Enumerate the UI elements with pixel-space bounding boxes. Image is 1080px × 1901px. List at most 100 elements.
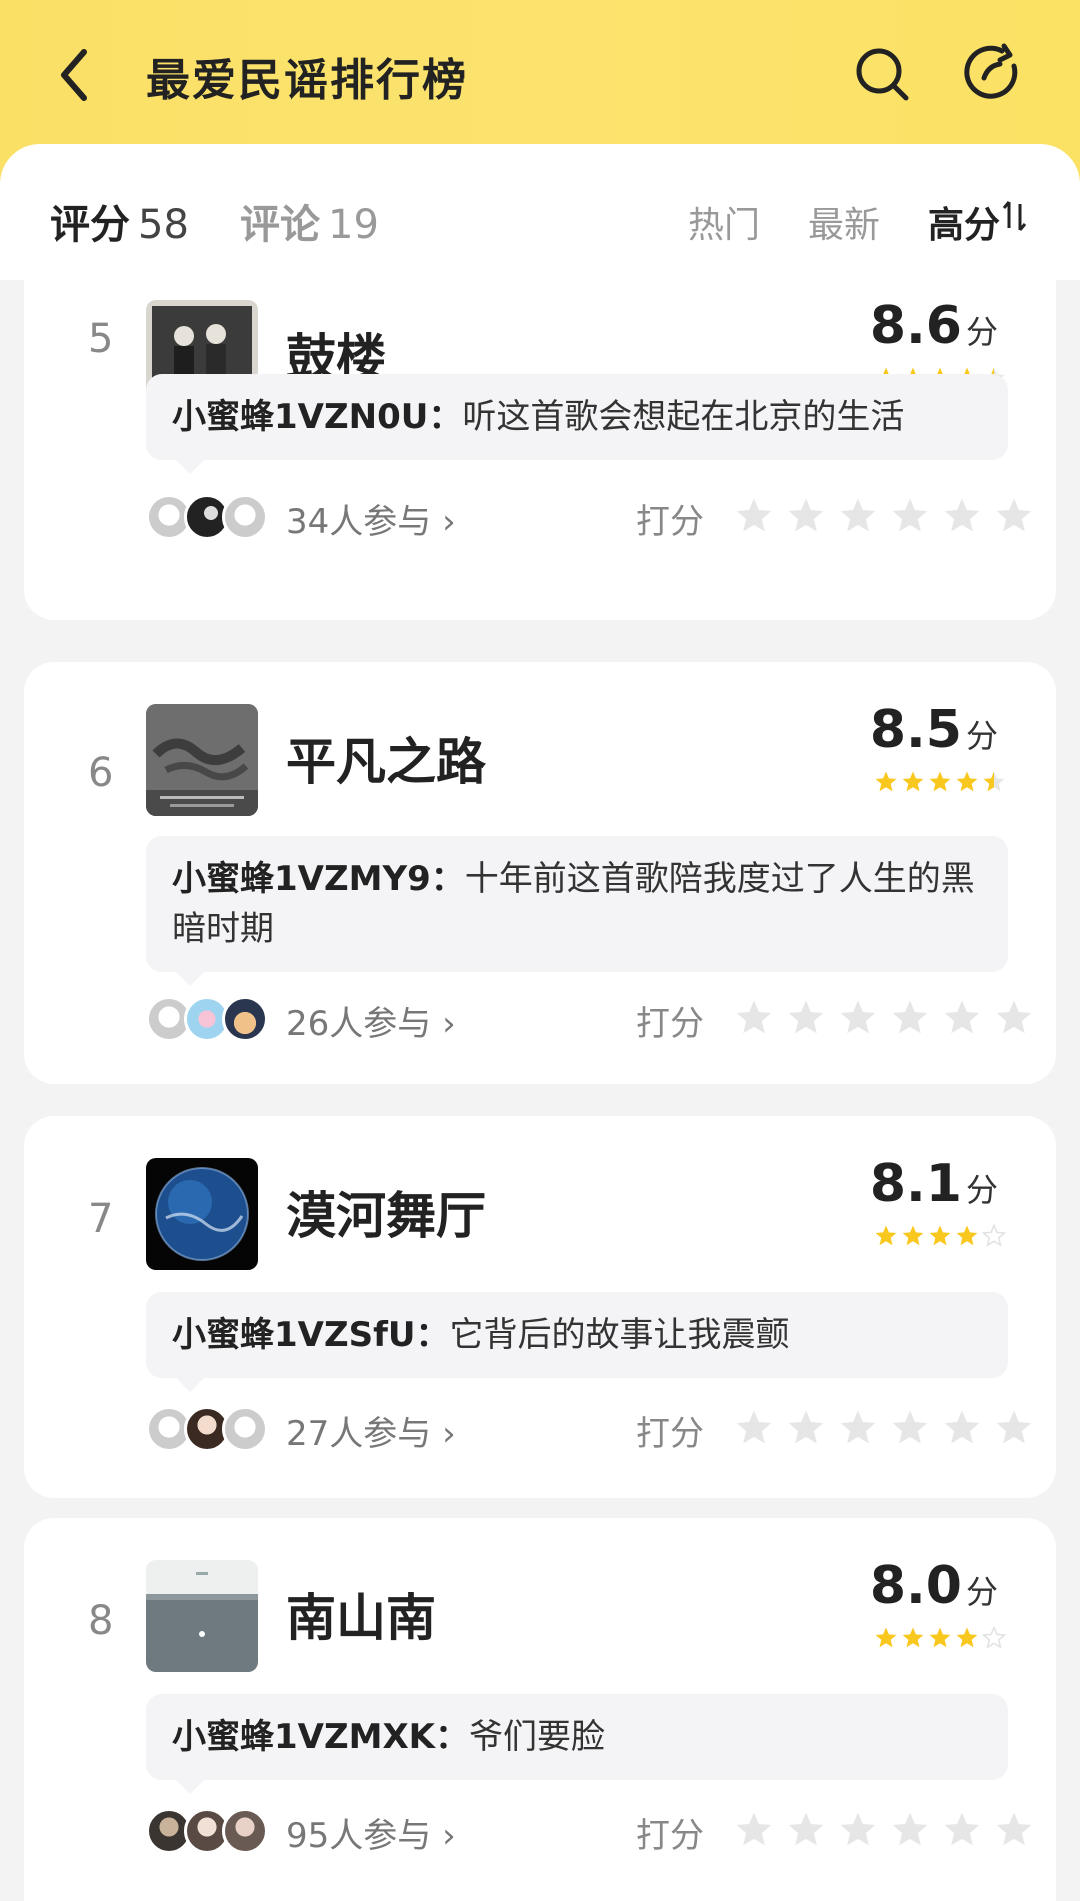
rate-star-icon[interactable] <box>942 1810 982 1850</box>
tab-score-label: 评分 <box>50 202 130 248</box>
participants-count: 34人参与 <box>286 502 432 542</box>
score-unit: 分 <box>965 1171 998 1209</box>
star-icon <box>929 771 951 792</box>
item-footer: 26人参与 › 打分 <box>146 992 1032 1048</box>
rate-star-icon[interactable] <box>890 998 930 1038</box>
star-icon <box>983 771 1005 792</box>
comment-text: 它背后的故事让我震颤 <box>449 1315 790 1355</box>
tab-bar: 评分 58 评论 19 热门 最新 高分 <box>0 144 1080 280</box>
rate-star-icon[interactable] <box>890 1408 930 1448</box>
back-arrow-icon[interactable] <box>50 40 100 110</box>
song-title[interactable]: 平凡之路 <box>286 722 486 794</box>
rate-star-icon[interactable] <box>994 998 1034 1038</box>
comment-bubble[interactable]: 小蜜蜂1VZSfU：它背后的故事让我震颤 <box>146 1292 1008 1392</box>
tab-score-count: 58 <box>138 202 189 248</box>
score-value: 8.5 <box>869 700 962 760</box>
rate-star-icon[interactable] <box>786 1810 826 1850</box>
rate-star-icon[interactable] <box>786 496 826 536</box>
rate-star-icon[interactable] <box>994 496 1034 536</box>
list-item[interactable]: 8 南山南 8.0 分 小蜜蜂1VZMXK：爷们要脸 95人参与 › 打分 <box>24 1518 1056 1901</box>
comment-user: 小蜜蜂1VZMY9： <box>172 859 465 899</box>
rate-stars[interactable] <box>734 1810 1034 1850</box>
item-footer: 34人参与 › 打分 <box>146 490 1032 546</box>
rate-star-icon[interactable] <box>994 1408 1034 1448</box>
album-cover <box>146 1560 258 1672</box>
list-item[interactable]: 6 平凡之路 8.5 分 小蜜蜂1VZMY9：十年前这首歌陪我度过了人生的黑暗时期 <box>24 662 1056 1084</box>
chevron-right-icon: › <box>442 1414 456 1454</box>
star-icon <box>982 1626 1006 1649</box>
rate-stars[interactable] <box>734 1408 1034 1448</box>
rank-number: 7 <box>88 1196 114 1242</box>
star-icon <box>902 1627 924 1648</box>
page-title: 最爱民谣排行榜 <box>146 55 468 106</box>
rate-stars[interactable] <box>734 998 1034 1038</box>
participants-count: 95人参与 <box>286 1816 432 1856</box>
rate-stars[interactable] <box>734 496 1034 536</box>
star-icon <box>982 1224 1006 1247</box>
comment-bubble[interactable]: 小蜜蜂1VZN0U：听这首歌会想起在北京的生活 <box>146 374 1008 474</box>
score-value: 8.1 <box>869 1154 962 1214</box>
tab-comment[interactable]: 评论 19 <box>240 192 379 250</box>
comment-bubble[interactable]: 小蜜蜂1VZMY9：十年前这首歌陪我度过了人生的黑暗时期 <box>146 836 1008 986</box>
song-title[interactable]: 南山南 <box>286 1578 436 1650</box>
rate-star-icon[interactable] <box>942 998 982 1038</box>
sort-hot[interactable]: 热门 <box>688 196 760 248</box>
rate-star-icon[interactable] <box>786 1408 826 1448</box>
star-icon <box>956 1225 978 1246</box>
participant-avatars <box>146 1808 268 1854</box>
tab-comment-count: 19 <box>328 202 379 248</box>
score-stars <box>874 1224 1006 1248</box>
star-icon <box>902 771 924 792</box>
rate-star-icon[interactable] <box>890 496 930 536</box>
list-item[interactable]: 5 鼓楼 8.6 分 小蜜蜂1VZN0U：听这首歌会想起在北京的生活 34人参与… <box>24 280 1056 620</box>
participant-avatars <box>146 996 268 1042</box>
star-icon <box>956 1627 978 1648</box>
rate-star-icon[interactable] <box>734 1810 774 1850</box>
rate-star-icon[interactable] <box>942 496 982 536</box>
avatar <box>222 1406 268 1452</box>
comment-bubble[interactable]: 小蜜蜂1VZMXK：爷们要脸 <box>146 1694 1008 1794</box>
share-icon[interactable] <box>962 42 1024 104</box>
star-icon <box>902 1225 924 1246</box>
avatar <box>222 494 268 540</box>
rate-star-icon[interactable] <box>942 1408 982 1448</box>
rate-label: 打分 <box>636 1816 704 1856</box>
participants-link[interactable]: 27人参与 › <box>286 1406 456 1455</box>
rank-number: 5 <box>88 316 114 362</box>
rate-star-icon[interactable] <box>734 1408 774 1448</box>
album-cover <box>146 704 258 816</box>
rate-star-icon[interactable] <box>838 496 878 536</box>
participants-link[interactable]: 26人参与 › <box>286 996 456 1045</box>
participants-count: 27人参与 <box>286 1414 432 1454</box>
search-icon[interactable] <box>852 44 912 104</box>
rate-label: 打分 <box>636 1414 704 1454</box>
ranking-list: 5 鼓楼 8.6 分 小蜜蜂1VZN0U：听这首歌会想起在北京的生活 34人参与… <box>0 280 1080 1901</box>
tab-score[interactable]: 评分 58 <box>50 192 189 250</box>
comment-text: 听这首歌会想起在北京的生活 <box>462 397 905 437</box>
comment-user: 小蜜蜂1VZSfU： <box>172 1315 450 1355</box>
sort-order-icon[interactable] <box>1002 200 1028 232</box>
rank-number: 8 <box>88 1598 114 1644</box>
rate-star-icon[interactable] <box>890 1810 930 1850</box>
sort-high[interactable]: 高分 <box>928 196 1000 248</box>
participants-link[interactable]: 95人参与 › <box>286 1808 456 1857</box>
song-title[interactable]: 漠河舞厅 <box>286 1176 486 1248</box>
rate-star-icon[interactable] <box>734 496 774 536</box>
rate-star-icon[interactable] <box>838 998 878 1038</box>
rate-star-icon[interactable] <box>838 1408 878 1448</box>
item-footer: 27人参与 › 打分 <box>146 1402 1032 1458</box>
song-score: 8.0 分 <box>870 1556 998 1616</box>
rate-star-icon[interactable] <box>734 998 774 1038</box>
score-stars <box>874 770 1006 794</box>
rate-star-icon[interactable] <box>838 1810 878 1850</box>
participants-link[interactable]: 34人参与 › <box>286 494 456 543</box>
participant-avatars <box>146 1406 268 1452</box>
avatar <box>222 1808 268 1854</box>
comment-user: 小蜜蜂1VZN0U： <box>172 397 463 437</box>
list-item[interactable]: 7 漠河舞厅 8.1分 小蜜蜂1VZSfU：它背后的故事让我震颤 27人参与 <box>24 1116 1056 1498</box>
chevron-right-icon: › <box>442 502 456 542</box>
sort-new[interactable]: 最新 <box>808 196 880 248</box>
avatar <box>222 996 268 1042</box>
rate-star-icon[interactable] <box>994 1810 1034 1850</box>
rate-star-icon[interactable] <box>786 998 826 1038</box>
